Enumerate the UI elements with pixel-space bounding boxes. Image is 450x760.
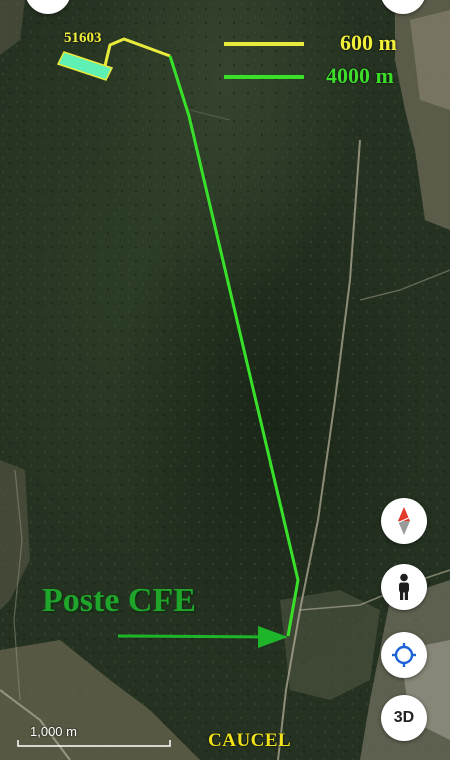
lot-number-label: 51603 [64, 30, 102, 46]
legend-green-distance: 4000 m [326, 63, 394, 88]
view-3d-button[interactable]: 3D [381, 695, 427, 741]
destination-label: Poste CFE [42, 582, 196, 619]
street-view-button[interactable] [381, 564, 427, 610]
crosshair-icon [392, 643, 416, 667]
compass-icon [396, 507, 412, 535]
town-label: CAUCEL [208, 730, 292, 751]
map-view[interactable]: 51603 600 m 4000 m Poste CFE CAUCEL 1,00… [0, 0, 450, 760]
pointer-arrow-shaft [117, 634, 267, 639]
legend-yellow-distance: 600 m [340, 30, 397, 55]
scale-bar-label: 1,000 m [30, 724, 77, 739]
compass-button[interactable] [381, 498, 427, 544]
my-location-button[interactable] [381, 632, 427, 678]
pegman-icon [399, 573, 409, 600]
